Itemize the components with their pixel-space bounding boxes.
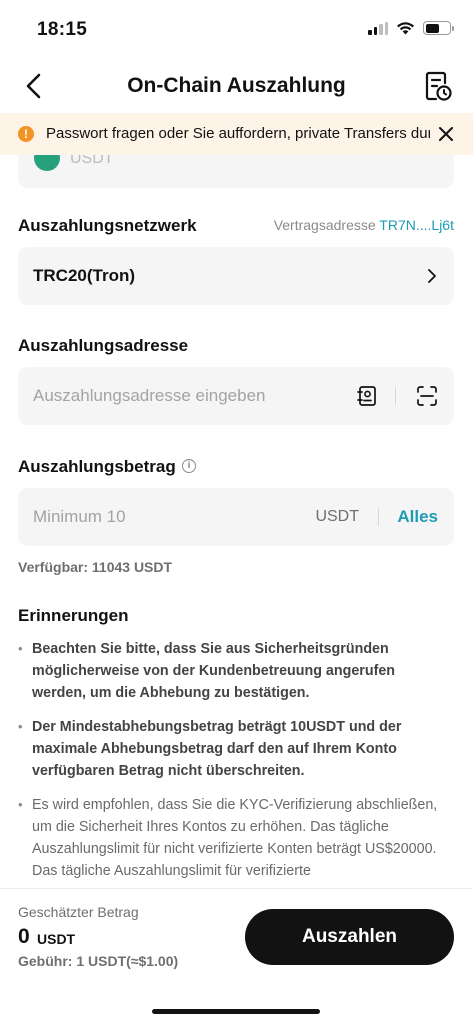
amount-placeholder: Minimum 10 [33,507,126,526]
warning-icon: ! [18,126,34,142]
coin-label: USDT [70,155,114,167]
network-value: TRC20(Tron) [33,266,135,285]
address-placeholder: Auszahlungsadresse eingeben [33,386,266,405]
bottom-bar: Geschätzter Betrag 0 USDT Gebühr: 1 USDT… [0,888,473,1024]
close-icon[interactable] [437,125,455,143]
wifi-icon [397,22,414,35]
history-icon[interactable] [423,70,453,102]
address-label: Auszahlungsadresse [18,336,189,355]
reminders-title: Erinnerungen [18,606,129,625]
divider [395,387,396,405]
network-selector[interactable]: TRC20(Tron) [18,247,454,305]
estimate-unit: USDT [37,931,76,947]
chevron-right-icon [428,269,436,283]
fee-text: Gebühr: 1 USDT(≈$1.00) [18,953,179,969]
address-book-icon[interactable] [356,385,378,407]
withdraw-button[interactable]: Auszahlen [245,909,454,965]
signal-icon [368,21,388,35]
page-title: On-Chain Auszahlung [127,74,346,97]
info-icon[interactable]: i [182,459,196,473]
network-label: Auszahlungsnetzwerk [18,216,197,235]
warning-notice: ! Passwort fragen oder Sie auffordern, p… [0,113,473,155]
battery-icon [423,21,454,35]
status-bar: 18:15 [0,0,473,60]
status-time: 18:15 [37,19,88,40]
reminder-text: Beachten Sie bitte, dass Sie aus Sicherh… [32,641,396,701]
reminder-text: Es wird empfohlen, dass Sie die KYC-Veri… [32,797,438,879]
scan-icon[interactable] [416,385,438,407]
divider [378,508,379,526]
contract-address-info: Vertragsadresse TR7N....Lj6t [274,217,454,233]
contract-address-link[interactable]: TR7N....Lj6t [379,217,454,233]
home-indicator [152,1009,320,1014]
bullet: • [18,641,23,656]
amount-label: Auszahlungsbetrag [18,457,176,476]
usdt-coin-icon [34,155,60,171]
status-icons [368,21,454,35]
nav-bar: On-Chain Auszahlung [0,62,473,110]
amount-unit: USDT [315,508,359,525]
address-input[interactable]: Auszahlungsadresse eingeben [18,367,454,425]
notice-text: Passwort fragen oder Sie auffordern, pri… [46,125,430,142]
estimate-value: 0 [18,925,30,948]
estimate-label: Geschätzter Betrag [18,904,139,920]
coin-selector[interactable]: USDT [18,155,454,188]
amount-input[interactable]: Minimum 10 USDT Alles [18,488,454,546]
bullet: • [18,719,23,734]
contract-address-label: Vertragsadresse [273,217,376,233]
all-button[interactable]: Alles [397,507,438,527]
bullet: • [18,797,23,812]
reminder-text: Der Mindestabhebungsbetrag beträgt 10USD… [32,719,402,779]
available-balance: Verfügbar: 11043 USDT [18,559,173,575]
